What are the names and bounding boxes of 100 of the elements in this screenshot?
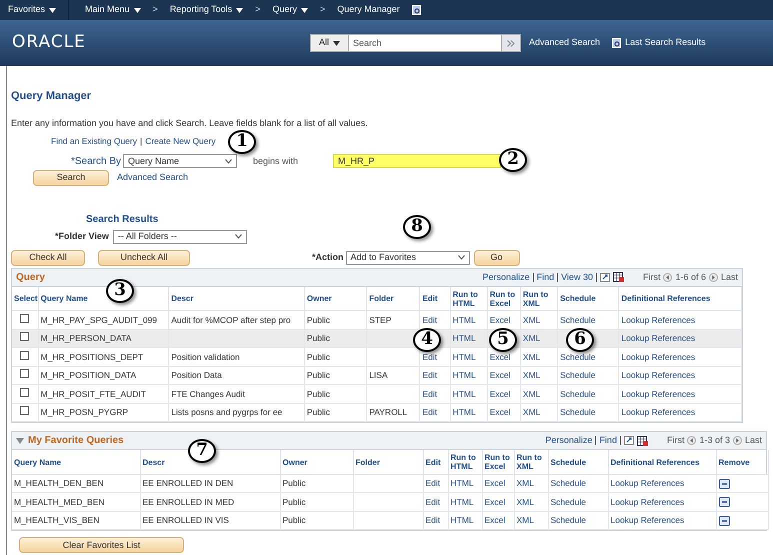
grid-link[interactable]: Edit: [426, 478, 440, 488]
grid-link[interactable]: XML: [522, 370, 540, 380]
grid-link[interactable]: Schedule: [560, 370, 596, 380]
grid-link[interactable]: XML: [522, 388, 540, 399]
search-field[interactable]: Search: [349, 34, 502, 52]
last-link[interactable]: Last: [720, 270, 738, 284]
spreadsheet-icon[interactable]: [636, 436, 648, 446]
grid-link[interactable]: Lookup References: [621, 333, 696, 344]
grid-link[interactable]: Edit: [426, 496, 440, 507]
grid-link[interactable]: Find: [599, 434, 617, 448]
row-checkbox[interactable]: [20, 332, 30, 342]
grid-link[interactable]: Excel: [490, 388, 511, 399]
grid-link[interactable]: Edit: [422, 407, 438, 418]
page-icon[interactable]: [412, 5, 421, 15]
next-icon[interactable]: [732, 436, 742, 446]
remove-icon[interactable]: [718, 478, 730, 488]
search-button[interactable]: Search: [33, 170, 109, 186]
uncheck-all-button[interactable]: Uncheck All: [98, 250, 190, 266]
remove-icon[interactable]: [718, 497, 730, 507]
grid-link[interactable]: View 30: [561, 270, 593, 284]
nav-menu-item[interactable]: Query: [272, 3, 308, 17]
grid-link[interactable]: Schedule: [550, 478, 586, 488]
grid-link[interactable]: Schedule: [560, 407, 596, 418]
grid-link[interactable]: Excel: [490, 370, 511, 380]
grid-link[interactable]: Excel: [490, 352, 511, 362]
grid-link[interactable]: Edit: [422, 370, 438, 380]
grid-link[interactable]: Lookup References: [610, 496, 684, 507]
grid-link[interactable]: Schedule: [550, 515, 586, 526]
grid-link[interactable]: HTML: [450, 478, 474, 488]
find-query-link[interactable]: Find an Existing Query: [51, 135, 137, 148]
zoom-grid-icon[interactable]: [624, 436, 634, 446]
grid-link[interactable]: Lookup References: [610, 478, 684, 488]
clear-favorites-button[interactable]: Clear Favorites List: [19, 537, 184, 554]
grid-link[interactable]: Excel: [484, 515, 506, 526]
grid-link[interactable]: Personalize: [545, 434, 592, 448]
grid-link[interactable]: Lookup References: [610, 515, 684, 526]
advanced-search-link[interactable]: Advanced Search: [529, 36, 600, 50]
grid-link[interactable]: Excel: [490, 314, 511, 325]
previous-icon[interactable]: [687, 436, 696, 446]
grid-link[interactable]: Lookup References: [621, 407, 696, 418]
search-scope-select[interactable]: All: [310, 34, 350, 52]
grid-link[interactable]: Excel: [484, 496, 506, 507]
first-link[interactable]: First: [642, 270, 660, 284]
grid-link[interactable]: HTML: [452, 352, 476, 362]
next-icon[interactable]: [708, 272, 718, 282]
first-link[interactable]: First: [666, 434, 684, 448]
grid-link[interactable]: XML: [522, 407, 540, 418]
grid-link[interactable]: Lookup References: [621, 352, 696, 362]
grid-link[interactable]: Edit: [422, 352, 438, 362]
grid-link[interactable]: HTML: [452, 388, 476, 399]
remove-icon[interactable]: [718, 516, 730, 526]
grid-link[interactable]: Schedule: [560, 314, 596, 325]
grid-link[interactable]: Edit: [426, 515, 440, 526]
nav-menu-item[interactable]: Query Manager: [337, 3, 400, 17]
grid-link[interactable]: HTML: [452, 333, 476, 344]
grid-link[interactable]: XML: [516, 515, 534, 526]
row-checkbox[interactable]: [20, 388, 30, 397]
grid-link[interactable]: XML: [522, 333, 540, 344]
row-checkbox[interactable]: [20, 406, 30, 416]
collapse-icon[interactable]: [16, 438, 24, 444]
grid-link[interactable]: Excel: [484, 478, 506, 488]
search-term-field[interactable]: M_HR_P: [333, 154, 501, 168]
last-link[interactable]: Last: [744, 434, 762, 448]
grid-link[interactable]: HTML: [452, 407, 476, 418]
advanced-search-link[interactable]: Advanced Search: [117, 171, 188, 184]
grid-link[interactable]: Personalize: [482, 270, 530, 284]
grid-link[interactable]: XML: [516, 496, 534, 507]
search-by-select[interactable]: Query Name: [123, 154, 237, 168]
zoom-grid-icon[interactable]: [600, 272, 610, 282]
grid-link[interactable]: Lookup References: [621, 388, 696, 399]
spreadsheet-icon[interactable]: [612, 272, 624, 282]
grid-link[interactable]: Schedule: [550, 496, 586, 507]
grid-link[interactable]: Schedule: [560, 352, 596, 362]
last-search-results-link[interactable]: Last Search Results: [625, 36, 706, 50]
grid-link[interactable]: HTML: [450, 515, 474, 526]
grid-link[interactable]: Lookup References: [621, 314, 696, 325]
folder-view-select[interactable]: -- All Folders --: [112, 230, 247, 244]
search-go-button[interactable]: [501, 34, 522, 52]
grid-link[interactable]: Schedule: [560, 388, 596, 399]
row-checkbox[interactable]: [20, 350, 30, 360]
grid-link[interactable]: XML: [522, 352, 540, 362]
check-all-button[interactable]: Check All: [11, 250, 85, 266]
grid-link[interactable]: Find: [536, 270, 554, 284]
row-checkbox[interactable]: [20, 314, 30, 323]
grid-link[interactable]: Excel: [490, 407, 511, 418]
nav-menu-item[interactable]: Reporting Tools: [170, 3, 244, 17]
row-checkbox[interactable]: [20, 369, 30, 378]
create-query-link[interactable]: Create New Query: [145, 135, 216, 148]
grid-link[interactable]: HTML: [452, 370, 476, 380]
previous-icon[interactable]: [663, 272, 672, 282]
grid-link[interactable]: Edit: [422, 388, 438, 399]
grid-link[interactable]: Edit: [422, 314, 438, 325]
grid-link[interactable]: XML: [522, 314, 540, 325]
grid-link[interactable]: HTML: [452, 314, 476, 325]
grid-link[interactable]: Lookup References: [621, 370, 696, 380]
nav-menu-item[interactable]: Favorites: [8, 3, 56, 17]
grid-link[interactable]: HTML: [450, 496, 474, 507]
action-select[interactable]: Add to Favorites: [346, 250, 470, 265]
grid-link[interactable]: XML: [516, 478, 534, 488]
go-button[interactable]: Go: [474, 250, 520, 266]
